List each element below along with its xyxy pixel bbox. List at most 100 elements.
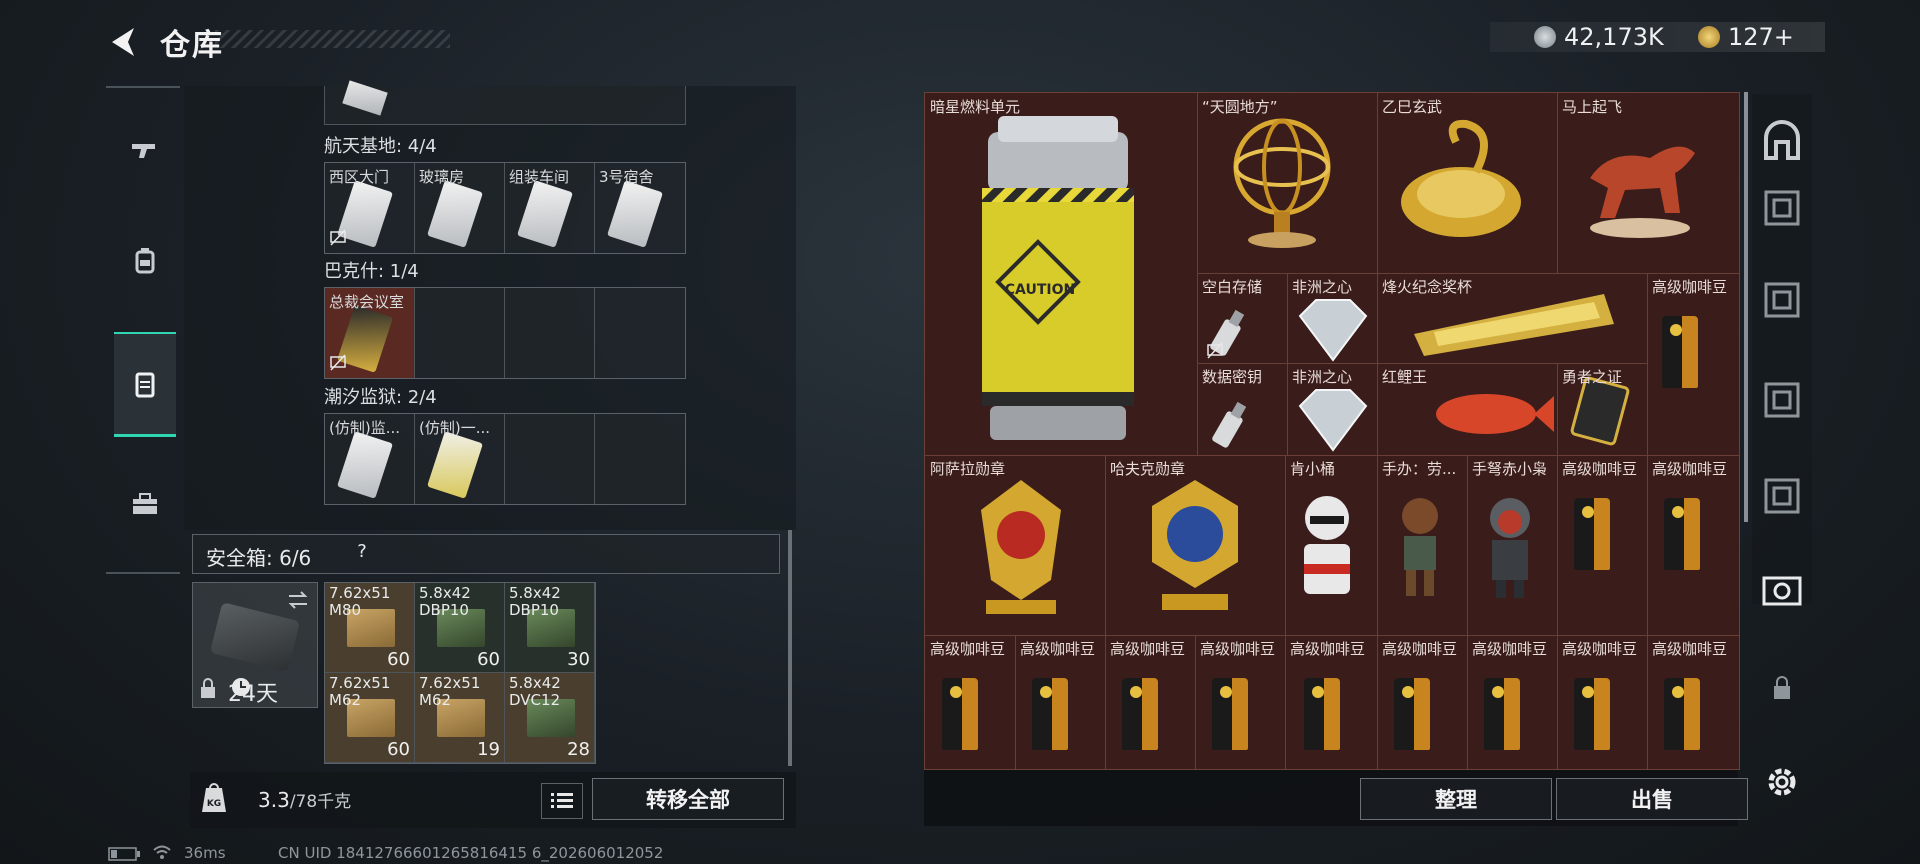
item-name: 勇者之证: [1562, 368, 1623, 386]
ammo-slot[interactable]: 7.62x51 M62 19: [415, 673, 505, 763]
tab-vest[interactable]: [114, 332, 176, 437]
keycard-slot[interactable]: (仿制)一...: [415, 414, 505, 504]
transfer-all-button[interactable]: 转移全部: [592, 778, 784, 820]
sell-button[interactable]: 出售: [1556, 778, 1748, 820]
coffee-bag-image: [942, 678, 978, 750]
item-name: 高级咖啡豆: [1562, 640, 1638, 658]
ping-text: 36ms: [184, 844, 226, 862]
item-name: 肯小桶: [1290, 460, 1336, 478]
ammo-caliber: 7.62x51: [329, 674, 391, 692]
grid-icon[interactable]: [1760, 378, 1804, 422]
keycard-slot[interactable]: 组装车间: [505, 163, 595, 253]
keycard-slot[interactable]: 总裁会议室: [325, 288, 415, 378]
back-arrow-icon[interactable]: [104, 22, 144, 62]
gear-icon[interactable]: [1762, 762, 1802, 802]
gold-coin-icon: [1698, 26, 1720, 48]
keycard-name: (仿制)一...: [419, 419, 491, 437]
ammo-caliber: 7.62x51: [419, 674, 481, 692]
svg-text:KG: KG: [207, 799, 221, 809]
svg-text:CAUTION: CAUTION: [1005, 282, 1075, 298]
safe-box-ammo-grid: 7.62x51 M80 60 5.8x42 DBP10 60 5.8x42 DBP10 30…: [324, 582, 596, 764]
coffee-bag-image: [1664, 498, 1700, 570]
keycard-slot-empty[interactable]: [505, 288, 595, 378]
keycard-slot[interactable]: 西区大门: [325, 163, 415, 253]
asala-medal-image: [981, 480, 1061, 614]
category-tabs: [106, 86, 180, 574]
weight-readout: 3.3/78千克: [258, 787, 351, 812]
keycard-image: [337, 431, 393, 499]
item-name: 乙巳玄武: [1382, 98, 1443, 116]
item-name: 非洲之心: [1292, 368, 1353, 386]
kfc-figure-image: [1304, 496, 1350, 594]
help-icon[interactable]: ?: [350, 540, 374, 564]
usb-key-image: [1212, 401, 1247, 448]
keycard-slot-empty[interactable]: [595, 414, 684, 504]
item-name: 高级咖啡豆: [1382, 640, 1458, 658]
ammo-slot[interactable]: 5.8x42 DBP10 60: [415, 583, 505, 673]
swap-icon[interactable]: [285, 589, 311, 611]
keycard-slot-empty[interactable]: [595, 288, 684, 378]
crossbow-figure-image: [1490, 498, 1530, 598]
backpack-icon: [135, 248, 155, 274]
keycard-name: 总裁会议室: [329, 293, 405, 311]
keycard-image: [607, 180, 663, 248]
tab-weapons[interactable]: [114, 100, 176, 200]
gun-icon: [132, 144, 155, 158]
safe-box-title: 安全箱: 6/6: [206, 546, 312, 570]
weight-current: 3.3: [258, 788, 290, 812]
ammo-type: M62: [329, 691, 362, 709]
item-name: 高级咖啡豆: [1562, 460, 1638, 478]
no-durability-icon: [1207, 342, 1223, 359]
ammo-type: M62: [419, 691, 452, 709]
safe-box-days: 24天: [228, 682, 278, 707]
coffee-bag-image: [1122, 678, 1158, 750]
coffee-bag-image: [1662, 316, 1698, 388]
battery-icon: [108, 847, 140, 861]
keycard-slot[interactable]: 玻璃房: [415, 163, 505, 253]
item-name: 高级咖啡豆: [1020, 640, 1096, 658]
weight-capacity: /78千克: [289, 792, 352, 812]
item-name: 暗星燃料单元: [930, 98, 1021, 116]
camera-icon[interactable]: [1760, 568, 1804, 612]
ammo-slot[interactable]: 5.8x42 DBP10 30: [505, 583, 595, 673]
grid-icon[interactable]: [1760, 474, 1804, 518]
item-name: 烽火纪念奖杯: [1382, 278, 1473, 296]
red-horse-image: [1590, 146, 1695, 238]
keycard-slot[interactable]: 3号宿舍: [595, 163, 684, 253]
keycard-slot-empty[interactable]: [415, 288, 505, 378]
keycard-row-partial: [324, 80, 686, 125]
left-scrollbar[interactable]: [788, 530, 792, 766]
item-name: 手弩赤小枭: [1472, 460, 1548, 478]
stash-page-sidebar: [1752, 94, 1812, 604]
item-name: 高级咖啡豆: [1652, 278, 1728, 296]
no-durability-icon: [330, 354, 346, 371]
stash-scrollbar[interactable]: [1744, 92, 1748, 522]
keycard-slot-empty[interactable]: [505, 414, 595, 504]
item-name: “天圆地方”: [1202, 98, 1278, 116]
ammo-count: 28: [567, 739, 590, 760]
coffee-bag-image: [1212, 678, 1248, 750]
list-view-button[interactable]: [541, 783, 583, 819]
ammo-type: DBP10: [419, 601, 469, 619]
coffee-bag-image: [1574, 498, 1610, 570]
grid-icon[interactable]: [1760, 278, 1804, 322]
ammo-slot[interactable]: 5.8x42 DVC12 28: [505, 673, 595, 763]
tab-toolbox[interactable]: [114, 454, 176, 554]
ammo-caliber: 7.62x51: [329, 584, 391, 602]
silver-amount: 42,173K: [1564, 23, 1664, 51]
ammo-count: 30: [567, 649, 590, 670]
ammo-slot[interactable]: 7.62x51 M62 60: [325, 673, 415, 763]
weight-icon: KG: [202, 783, 226, 812]
grid-icon[interactable]: [1760, 186, 1804, 230]
gold-currency[interactable]: 127+: [1698, 22, 1794, 52]
item-name: 高级咖啡豆: [1652, 640, 1728, 658]
tab-backpack[interactable]: [114, 210, 176, 310]
keycard-slot[interactable]: (仿制)监...: [325, 414, 415, 504]
ammo-slot[interactable]: 7.62x51 M80 60: [325, 583, 415, 673]
item-name: 高级咖啡豆: [1290, 640, 1366, 658]
arch-icon[interactable]: [1760, 120, 1804, 164]
sort-button[interactable]: 整理: [1360, 778, 1552, 820]
lock-icon[interactable]: [1772, 676, 1792, 700]
item-name: 阿萨拉勋章: [930, 460, 1006, 478]
section-label-bakesh: 巴克什: 1/4: [324, 261, 419, 282]
